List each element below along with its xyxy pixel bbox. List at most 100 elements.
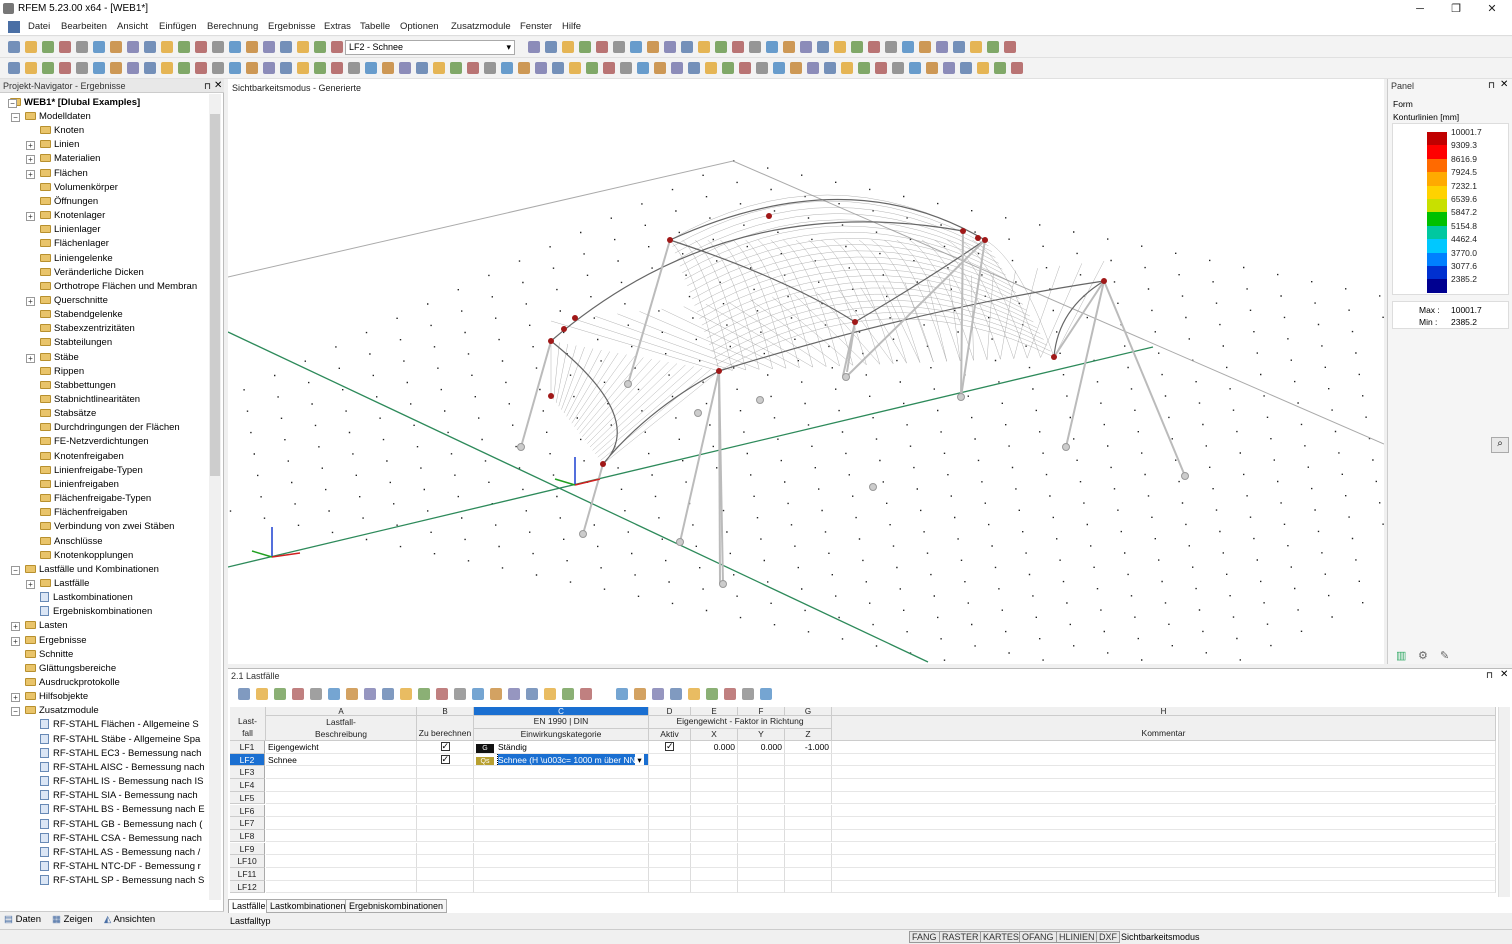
toolbar-button[interactable]: [144, 62, 156, 74]
table-cell[interactable]: [738, 804, 785, 818]
toolbar-button[interactable]: [297, 62, 309, 74]
tree-item[interactable]: Anschlüsse: [40, 536, 103, 549]
toolbar-button[interactable]: [664, 41, 676, 53]
table-cell[interactable]: [785, 791, 832, 805]
table-cell[interactable]: [649, 741, 691, 754]
tree-item[interactable]: Stabnichtlinearitäten: [40, 394, 140, 407]
toolbar-button[interactable]: [970, 41, 982, 53]
toolbar-button[interactable]: [994, 62, 1006, 74]
table-cell[interactable]: [738, 855, 785, 868]
toolbar-button[interactable]: [246, 41, 258, 53]
minimize-button[interactable]: ─: [1402, 0, 1438, 18]
table-cell[interactable]: -1.000: [785, 741, 832, 754]
toolbar-button[interactable]: [280, 41, 292, 53]
table-cell[interactable]: [474, 880, 649, 894]
toolbar-button[interactable]: [732, 41, 744, 53]
table-cell[interactable]: [266, 791, 417, 805]
tree-item[interactable]: Liniengelenke: [40, 253, 113, 266]
table-cell[interactable]: [785, 804, 832, 818]
table-cell[interactable]: [832, 741, 1496, 754]
status-fang[interactable]: FANG: [909, 931, 940, 943]
status-raster[interactable]: RASTER: [939, 931, 982, 943]
toolbar-button[interactable]: [195, 41, 207, 53]
toolbar-button[interactable]: [552, 62, 564, 74]
table-toolbar-button[interactable]: [256, 688, 268, 700]
toolbar-button[interactable]: [8, 62, 20, 74]
tab-ergebniskombinationen[interactable]: Ergebniskombinationen: [345, 899, 448, 913]
toolbar-button[interactable]: [1011, 62, 1023, 74]
table-cell[interactable]: [691, 779, 738, 792]
column-letter-h[interactable]: H: [832, 707, 1496, 716]
toolbar-button[interactable]: [603, 62, 615, 74]
tree-item[interactable]: Verbindung von zwei Stäben: [40, 521, 174, 534]
tree-item[interactable]: RF-STAHL Stäbe - Allgemeine Spa: [40, 733, 200, 747]
expand-toggle[interactable]: +: [11, 636, 20, 646]
table-cell[interactable]: [649, 779, 691, 792]
toolbar-button[interactable]: [348, 62, 360, 74]
table-cell[interactable]: [649, 804, 691, 818]
tree-item[interactable]: RF-STAHL AISC - Bemessung nach: [40, 761, 205, 775]
toolbar-button[interactable]: [936, 41, 948, 53]
row-header[interactable]: LF10: [230, 855, 265, 868]
panel-color-icon[interactable]: ▥: [1396, 649, 1406, 662]
toolbar-button[interactable]: [919, 41, 931, 53]
toolbar-button[interactable]: [671, 62, 683, 74]
expand-toggle[interactable]: +: [26, 353, 35, 363]
table-toolbar-button[interactable]: [310, 688, 322, 700]
status-ofang[interactable]: OFANG: [1019, 931, 1057, 943]
toolbar-button[interactable]: [280, 62, 292, 74]
table-cell[interactable]: [832, 842, 1496, 856]
toolbar-button[interactable]: [331, 62, 343, 74]
tree-item[interactable]: Öffnungen: [40, 196, 98, 209]
toolbar-button[interactable]: [212, 41, 224, 53]
toolbar-button[interactable]: [365, 62, 377, 74]
table-cell[interactable]: [738, 842, 785, 856]
table-cell[interactable]: [691, 842, 738, 856]
table-cell[interactable]: [738, 868, 785, 881]
table-cell[interactable]: [738, 880, 785, 894]
toolbar-button[interactable]: [42, 41, 54, 53]
pin-icon[interactable]: ⊓: [1486, 670, 1493, 681]
toolbar-button[interactable]: [110, 62, 122, 74]
table-cell[interactable]: [691, 868, 738, 881]
row-header[interactable]: LF2: [230, 753, 265, 767]
model-view[interactable]: Sichtbarkeitsmodus - Generierte: [228, 79, 1384, 664]
table-cell[interactable]: 0.000: [691, 741, 738, 754]
close-button[interactable]: ✕: [1474, 0, 1510, 18]
toolbar-button[interactable]: [637, 62, 649, 74]
tree-item[interactable]: Glättungsbereiche: [25, 663, 116, 676]
table-cell[interactable]: [785, 880, 832, 894]
table-cell[interactable]: [266, 868, 417, 881]
toolbar-button[interactable]: [229, 62, 241, 74]
toolbar-button[interactable]: [800, 41, 812, 53]
tree-item[interactable]: Stabendgelenke: [40, 309, 123, 322]
expand-toggle[interactable]: −: [11, 113, 20, 122]
row-header[interactable]: LF4: [230, 779, 265, 792]
table-cell[interactable]: [266, 766, 417, 779]
tree-item[interactable]: FE-Netzverdichtungen: [40, 436, 149, 449]
table-cell[interactable]: [474, 817, 649, 830]
tree-item[interactable]: Hilfsobjekte: [25, 691, 88, 704]
table-cell[interactable]: [832, 753, 1496, 767]
toolbar-button[interactable]: [545, 41, 557, 53]
toolbar-button[interactable]: [756, 62, 768, 74]
toolbar-button[interactable]: [263, 62, 275, 74]
expand-toggle[interactable]: +: [26, 296, 35, 306]
toolbar-button[interactable]: [885, 41, 897, 53]
table-cell[interactable]: [738, 829, 785, 843]
toolbar-button[interactable]: [246, 62, 258, 74]
toolbar-button[interactable]: [892, 62, 904, 74]
column-letter-d[interactable]: D: [649, 707, 691, 716]
toolbar-button[interactable]: [943, 62, 955, 74]
column-letter-g[interactable]: G: [785, 707, 832, 716]
toolbar-button[interactable]: [817, 41, 829, 53]
table-cell[interactable]: [785, 829, 832, 843]
table-cell[interactable]: [785, 842, 832, 856]
table-cell[interactable]: [649, 829, 691, 843]
app-menu-icon[interactable]: [8, 21, 20, 33]
table-cell[interactable]: [691, 880, 738, 894]
tree-item[interactable]: Stabbettungen: [40, 380, 116, 393]
table-cell[interactable]: [649, 791, 691, 805]
row-header[interactable]: LF3: [230, 766, 265, 779]
table-toolbar-button[interactable]: [544, 688, 556, 700]
